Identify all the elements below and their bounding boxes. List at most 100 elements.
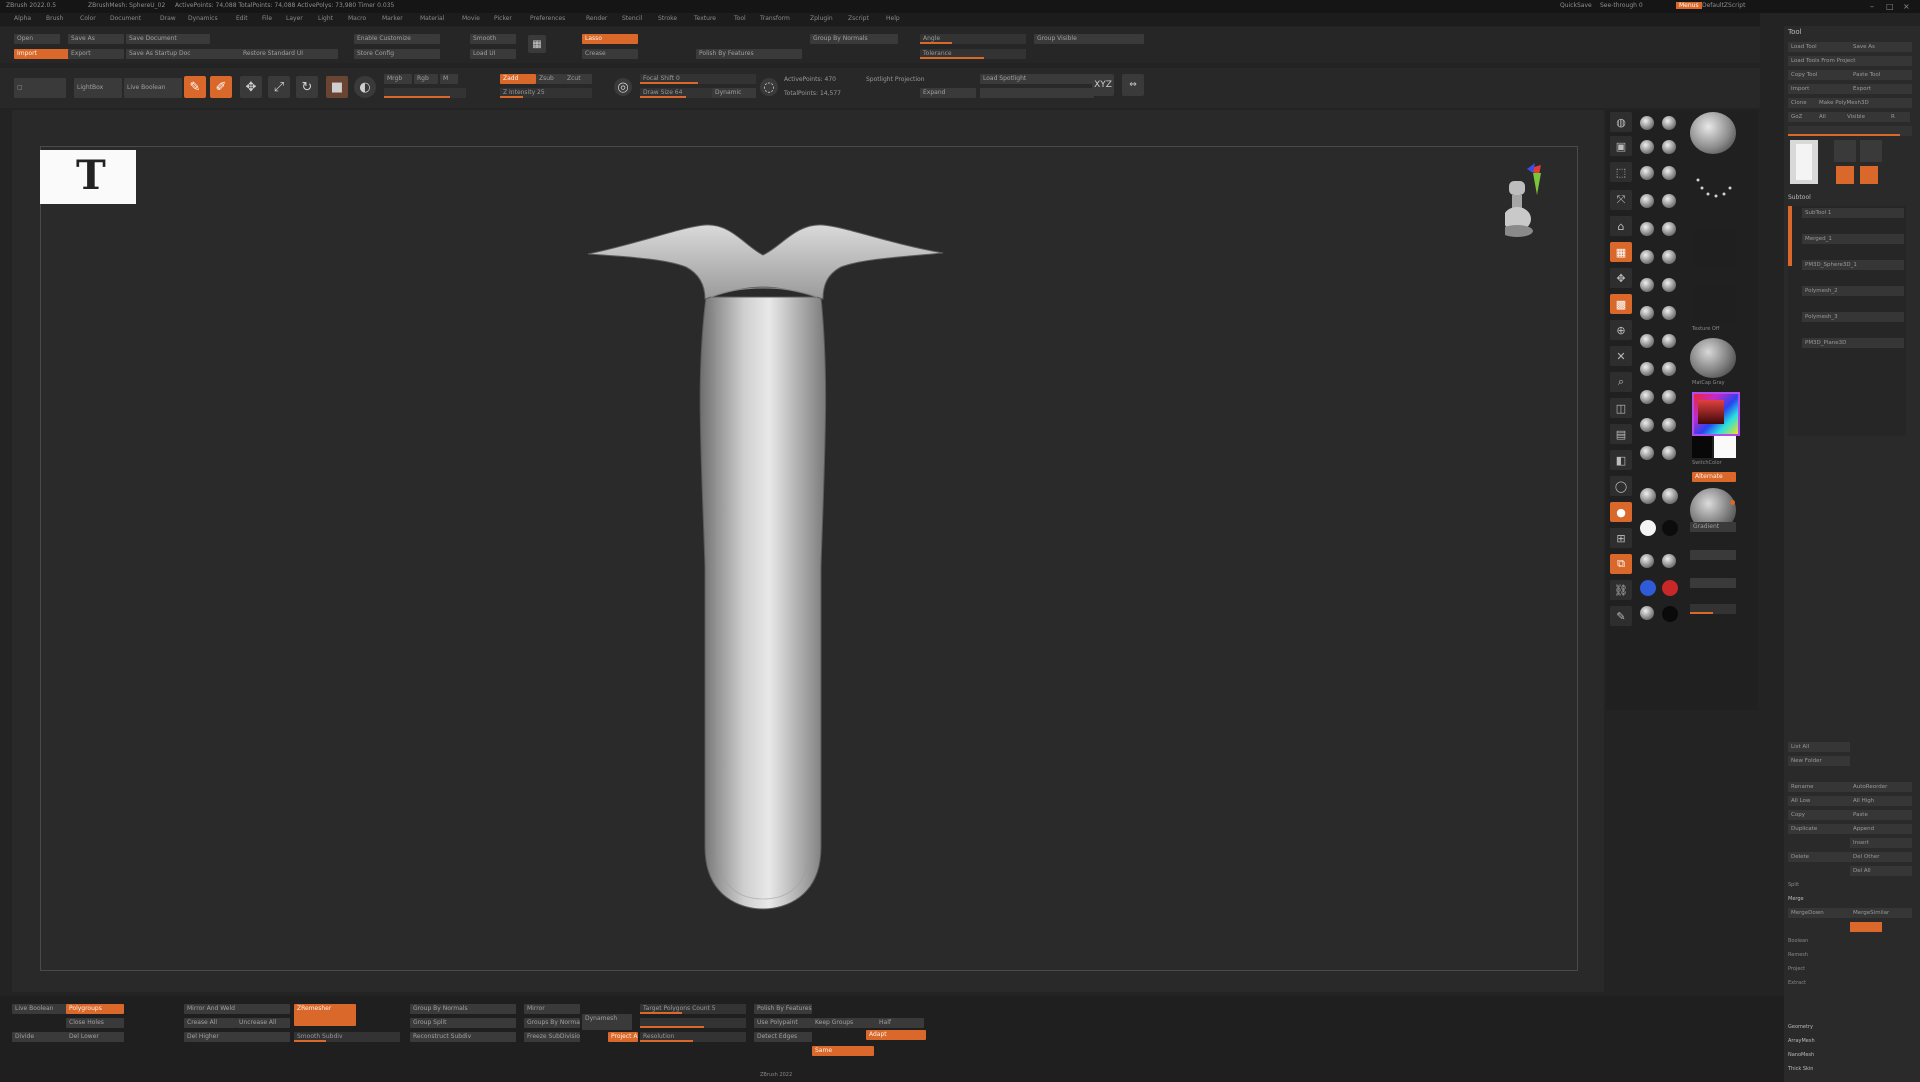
stroke-dots-icon[interactable] xyxy=(1692,170,1736,214)
copy-tool-button[interactable]: Copy Tool xyxy=(1788,70,1850,80)
brush-n-icon[interactable] xyxy=(1662,446,1676,460)
menu-alpha[interactable]: Alpha xyxy=(14,15,31,22)
default-zscript-button[interactable]: DefaultZScript xyxy=(1702,2,1745,9)
menu-help[interactable]: Help xyxy=(886,15,900,22)
rotate-button[interactable]: ↻ xyxy=(296,76,318,98)
brush-a-icon[interactable] xyxy=(1640,278,1654,292)
divide-button[interactable]: Divide xyxy=(12,1032,68,1042)
brush-j-icon[interactable] xyxy=(1662,390,1676,404)
crease-all-button[interactable]: Crease All xyxy=(184,1018,236,1028)
rail-cube-icon[interactable]: ▣ xyxy=(1610,136,1632,156)
rail-polyf-icon[interactable]: ▤ xyxy=(1610,424,1632,444)
rail-xyz-icon[interactable]: ✕ xyxy=(1610,346,1632,366)
tool-thumb-4[interactable] xyxy=(1836,166,1854,184)
groups-by-normals-button[interactable]: Groups By Normals xyxy=(524,1018,580,1028)
tool-thumb-5[interactable] xyxy=(1860,166,1878,184)
z-intensity-slider[interactable]: Z Intensity 25 xyxy=(500,88,592,98)
brush-h-icon[interactable] xyxy=(1662,362,1676,376)
brush-l-icon[interactable] xyxy=(1662,418,1676,432)
zadd-button[interactable]: Zadd xyxy=(500,74,536,84)
color-picker-shade[interactable] xyxy=(1698,400,1724,424)
minimize-icon[interactable]: – xyxy=(1870,2,1874,11)
rail-transp-icon[interactable]: ◧ xyxy=(1610,450,1632,470)
rail-btn-b[interactable] xyxy=(1690,578,1736,588)
save-document-button[interactable]: Save Document xyxy=(126,34,210,44)
rail-lock-icon[interactable]: ⧉ xyxy=(1610,554,1632,574)
lightbox-button[interactable]: LightBox xyxy=(74,78,122,98)
list-all-button[interactable]: List All xyxy=(1788,742,1850,752)
menu-stencil[interactable]: Stencil xyxy=(622,15,642,22)
rail-zoom-icon[interactable]: ⌕ xyxy=(1610,372,1632,392)
project-label[interactable]: Project xyxy=(1788,966,1805,972)
rgb-button[interactable]: Rgb xyxy=(414,74,438,84)
paste-tool-button[interactable]: Paste Tool xyxy=(1850,70,1912,80)
adaptive-size-slider[interactable] xyxy=(640,1018,746,1028)
menu-marker[interactable]: Marker xyxy=(382,15,403,22)
reconstruct-subdiv-button[interactable]: Reconstruct Subdiv xyxy=(410,1032,516,1042)
save-as-button[interactable]: Save As xyxy=(68,34,124,44)
tool-import-button[interactable]: Import xyxy=(1788,84,1850,94)
brush-smooth-icon[interactable] xyxy=(1662,140,1676,154)
mirror-and-weld-button[interactable]: Mirror And Weld xyxy=(184,1004,290,1014)
brush-d-icon[interactable] xyxy=(1662,306,1676,320)
bottom-group-by-normals-button[interactable]: Group By Normals xyxy=(410,1004,516,1014)
maximize-icon[interactable]: □ xyxy=(1886,2,1894,11)
load-ui-button[interactable]: Load UI xyxy=(470,49,516,59)
menu-texture[interactable]: Texture xyxy=(694,15,716,22)
open-button[interactable]: Open xyxy=(14,34,60,44)
goz-button[interactable]: GoZ xyxy=(1788,112,1818,122)
load-tool-button[interactable]: Load Tool xyxy=(1788,42,1850,52)
material-ball-icon[interactable] xyxy=(1690,338,1736,378)
rail-btn-a[interactable] xyxy=(1690,550,1736,560)
material-sphere-icon[interactable]: ◐ xyxy=(354,76,376,98)
zcut-button[interactable]: Zcut xyxy=(564,74,592,84)
mrgb-button[interactable]: Mrgb xyxy=(384,74,412,84)
tool-save-as-button[interactable]: Save As xyxy=(1850,42,1912,52)
same-button[interactable]: Same xyxy=(812,1046,874,1056)
menu-material[interactable]: Material xyxy=(420,15,444,22)
menu-zplugin[interactable]: Zplugin xyxy=(810,15,833,22)
brush-damstandard-icon[interactable] xyxy=(1640,166,1654,180)
tool-thumb-3[interactable] xyxy=(1860,140,1882,162)
load-spotlight-button[interactable]: Load Spotlight xyxy=(980,74,1094,84)
stroke-preview-icon[interactable] xyxy=(1690,112,1736,154)
tool-export-button[interactable]: Export xyxy=(1850,84,1912,94)
brush-move-icon[interactable] xyxy=(1640,140,1654,154)
group-split-button[interactable]: Group Split xyxy=(410,1018,516,1028)
all-button[interactable]: All xyxy=(1816,112,1846,122)
del-lower-button[interactable]: Del Lower xyxy=(66,1032,124,1042)
detect-edges-button[interactable]: Detect Edges xyxy=(754,1032,812,1042)
remesh-label[interactable]: Remesh xyxy=(1788,952,1808,958)
see-through-slider[interactable]: See-through 0 xyxy=(1600,2,1643,9)
menu-brush[interactable]: Brush xyxy=(46,15,63,22)
export-button[interactable]: Export xyxy=(68,49,124,59)
polish-by-features-button[interactable]: Polish By Features xyxy=(696,49,802,59)
rail-floor-icon[interactable]: ⌂ xyxy=(1610,216,1632,236)
xyz-button[interactable]: XYZ xyxy=(1092,74,1114,96)
draw-button[interactable]: ✐ xyxy=(210,76,232,98)
brush-dam-icon[interactable] xyxy=(1640,250,1654,264)
white-ball-icon[interactable] xyxy=(1640,520,1656,536)
delete-button[interactable]: Delete xyxy=(1788,852,1850,862)
rail-solo-icon[interactable]: ● xyxy=(1610,502,1632,522)
bottom-mirror-button[interactable]: Mirror xyxy=(524,1004,580,1014)
brush-snakehook-icon[interactable] xyxy=(1640,222,1654,236)
blue-ball-icon[interactable] xyxy=(1640,580,1656,596)
all-low-button[interactable]: All Low xyxy=(1788,796,1850,806)
lightbox-tools-slider[interactable] xyxy=(1788,126,1912,136)
expand-button[interactable]: Expand xyxy=(920,88,976,98)
geometry-label[interactable]: Geometry xyxy=(1788,1024,1813,1030)
freeze-subdivision-button[interactable]: Freeze SubDivision xyxy=(524,1032,580,1042)
menu-layer[interactable]: Layer xyxy=(286,15,303,22)
rail-ball-4-icon[interactable] xyxy=(1662,554,1676,568)
rename-button[interactable]: Rename xyxy=(1788,782,1850,792)
new-folder-button[interactable]: New Folder xyxy=(1788,756,1850,766)
nanomesh-label[interactable]: NanoMesh xyxy=(1788,1052,1814,1058)
brush-inflat-icon[interactable] xyxy=(1662,194,1676,208)
brush-slash3-icon[interactable] xyxy=(1662,250,1676,264)
rail-ball-2-icon[interactable] xyxy=(1662,488,1678,504)
append-button[interactable]: Append xyxy=(1850,824,1912,834)
tool-thumb-2[interactable] xyxy=(1834,140,1856,162)
document-thumbnail[interactable]: T xyxy=(40,150,136,204)
menus-toggle[interactable]: Menus xyxy=(1676,2,1702,9)
